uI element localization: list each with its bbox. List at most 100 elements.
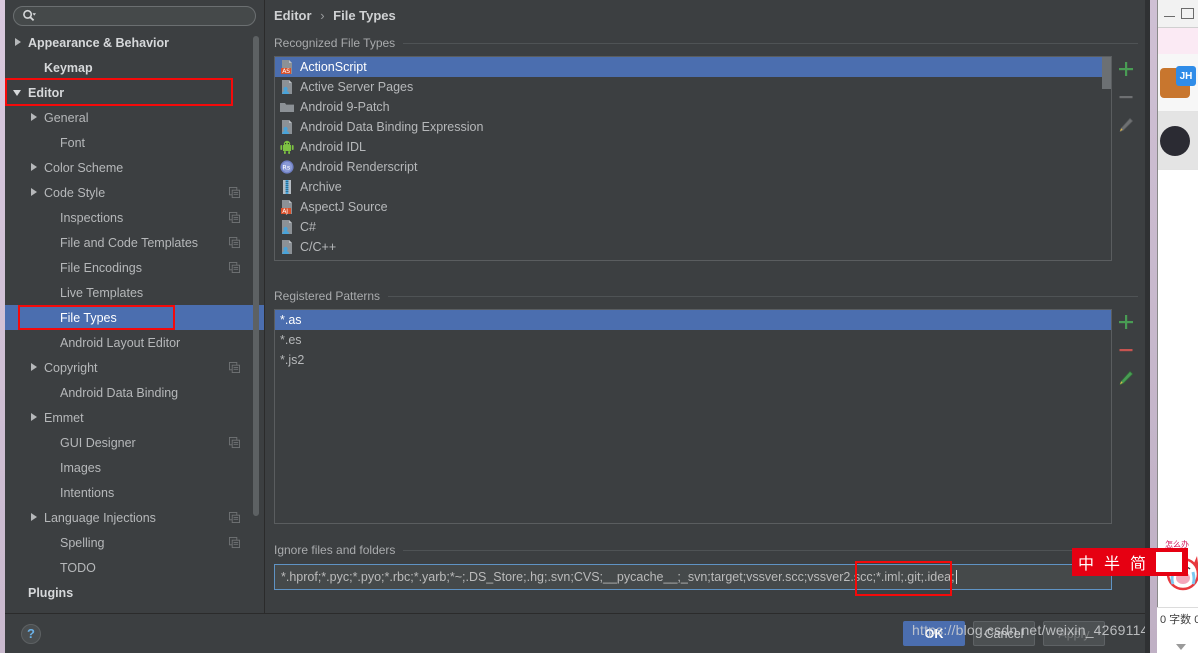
file-type-row[interactable]: Archive [275, 177, 1111, 197]
ime-script-label[interactable]: 简 [1130, 550, 1146, 574]
recognized-title-text: Recognized File Types [274, 36, 396, 50]
chevron-right-icon[interactable] [29, 362, 40, 373]
chevron-right-icon[interactable] [29, 187, 40, 198]
ignore-files-input[interactable]: *.hprof;*.pyc;*.pyo;*.rbc;*.yarb;*~;.DS_… [274, 564, 1112, 590]
ime-width-label[interactable]: 半 [1104, 550, 1120, 574]
sidebar-item-label: Font [60, 135, 86, 150]
sidebar-item-todo[interactable]: TODO [5, 555, 264, 580]
sidebar-item-emmet[interactable]: Emmet [5, 405, 264, 430]
breadcrumb-current: File Types [333, 8, 396, 23]
chevron-right-icon[interactable] [29, 162, 40, 173]
chat-list-item[interactable]: JH [1158, 54, 1198, 112]
sidebar-item-plugins[interactable]: Plugins [5, 580, 264, 605]
add-pattern-button[interactable] [1117, 313, 1135, 331]
search-input[interactable] [36, 9, 247, 23]
edit-pattern-button[interactable] [1117, 369, 1135, 387]
sidebar-item-label: Keymap [44, 60, 93, 75]
file-type-row[interactable]: Android IDL [275, 137, 1111, 157]
pencil-icon [1119, 370, 1134, 386]
breadcrumb-parent[interactable]: Editor [274, 8, 312, 23]
sidebar-item-inspections[interactable]: Inspections [5, 205, 264, 230]
chat-titlebar [1158, 0, 1198, 28]
settings-sidebar: Appearance & Behavior Keymap Editor General… [5, 0, 265, 613]
chevron-right-icon[interactable] [29, 412, 40, 423]
chevron-down-icon[interactable] [13, 87, 24, 98]
recognized-file-types-list[interactable]: AS ActionScript Active Server Pages Android… [274, 56, 1112, 261]
search-box[interactable] [13, 6, 256, 26]
sidebar-item-editor[interactable]: Editor [5, 80, 264, 105]
sidebar-item-copyright[interactable]: Copyright [5, 355, 264, 380]
file-type-row[interactable]: Android Data Binding Expression [275, 117, 1111, 137]
chevron-right-icon[interactable] [29, 112, 40, 123]
sidebar-item-intentions[interactable]: Intentions [5, 480, 264, 505]
sidebar-item-spelling[interactable]: Spelling [5, 530, 264, 555]
ignore-files-title: Ignore files and folders [274, 543, 1138, 557]
ignore-files-value: *.hprof;*.pyc;*.pyo;*.rbc;*.yarb;*~;.DS_… [281, 570, 955, 584]
sidebar-item-font[interactable]: Font [5, 130, 264, 155]
sidebar-item-code-style[interactable]: Code Style [5, 180, 264, 205]
sidebar-search-wrap [5, 0, 264, 30]
file-type-row[interactable]: AJ AspectJ Source [275, 197, 1111, 217]
help-button[interactable]: ? [21, 624, 41, 644]
screen: Appearance & Behavior Keymap Editor General… [0, 0, 1198, 653]
ime-extra-button[interactable] [1156, 552, 1183, 572]
sidebar-item-color-scheme[interactable]: Color Scheme [5, 155, 264, 180]
sidebar-item-label: Color Scheme [44, 160, 124, 175]
file-type-label: ActionScript [300, 60, 367, 74]
ime-indicator[interactable]: 中 半 简 [1072, 548, 1189, 576]
sidebar-scrollbar[interactable] [253, 36, 259, 516]
sidebar-item-language-injections[interactable]: Language Injections [5, 505, 264, 530]
pattern-row[interactable]: *.es [275, 330, 1111, 350]
file-type-row[interactable]: Rs Android Renderscript [275, 157, 1111, 177]
chevron-down-icon[interactable] [1176, 644, 1186, 650]
pattern-row[interactable]: *.js2 [275, 350, 1111, 370]
pattern-row[interactable]: *.as [275, 310, 1111, 330]
chevron-right-icon[interactable] [29, 512, 40, 523]
sidebar-item-file-encodings[interactable]: File Encodings [5, 255, 264, 280]
minimize-icon[interactable] [1164, 10, 1175, 17]
registered-patterns-list[interactable]: *.as *.es *.js2 [274, 309, 1112, 524]
folder-icon [280, 103, 294, 112]
sidebar-item-appearance-behavior[interactable]: Appearance & Behavior [5, 30, 264, 55]
pattern-label: *.es [280, 333, 302, 347]
add-file-type-button[interactable] [1117, 60, 1135, 78]
file-type-row[interactable]: C# [275, 217, 1111, 237]
sidebar-item-images[interactable]: Images [5, 455, 264, 480]
settings-tree[interactable]: Appearance & Behavior Keymap Editor General… [5, 30, 264, 613]
edit-file-type-button[interactable] [1117, 116, 1135, 134]
file-type-row[interactable]: Active Server Pages [275, 77, 1111, 97]
title-divider [388, 295, 1138, 297]
sidebar-item-general[interactable]: General [5, 105, 264, 130]
file-type-label: C/C++ [300, 240, 337, 254]
file-type-row[interactable]: C/C++ [275, 237, 1111, 257]
file-types-scrollbar[interactable] [1102, 57, 1111, 89]
ime-mode-label[interactable]: 中 [1078, 550, 1094, 574]
file-type-row[interactable]: Android 9-Patch [275, 97, 1111, 117]
sidebar-item-label: Android Layout Editor [60, 335, 181, 350]
sidebar-item-label: General [44, 110, 89, 125]
sidebar-item-android-layout-editor[interactable]: Android Layout Editor [5, 330, 264, 355]
copy-icon [229, 437, 240, 448]
patterns-toolbar[interactable] [1114, 309, 1138, 387]
chevron-right-icon[interactable] [13, 37, 24, 48]
sidebar-item-live-templates[interactable]: Live Templates [5, 280, 264, 305]
file-type-row[interactable]: AS ActionScript [275, 57, 1111, 77]
remove-pattern-button[interactable] [1117, 341, 1135, 359]
file-types-toolbar[interactable] [1114, 56, 1138, 134]
sidebar-item-file-and-code-templates[interactable]: File and Code Templates [5, 230, 264, 255]
sidebar-item-android-data-binding[interactable]: Android Data Binding [5, 380, 264, 405]
restore-icon[interactable] [1181, 8, 1194, 19]
sidebar-item-file-types[interactable]: File Types [5, 305, 264, 330]
plus-icon [1119, 62, 1133, 76]
patterns-title-text: Registered Patterns [274, 289, 381, 303]
sidebar-item-gui-designer[interactable]: GUI Designer [5, 430, 264, 455]
sidebar-item-keymap[interactable]: Keymap [5, 55, 264, 80]
remove-file-type-button[interactable] [1117, 88, 1135, 106]
chat-list-item[interactable] [1158, 112, 1198, 170]
